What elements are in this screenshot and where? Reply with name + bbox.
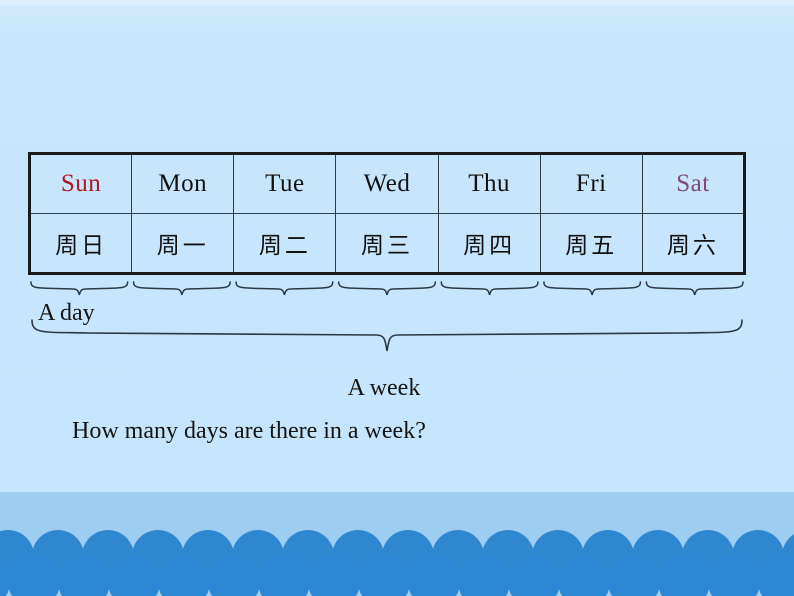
decor-circle-front-10 [458, 556, 510, 596]
slide-canvas: Sun Mon Tue Wed Thu Fri Sat 周日 周一 周二 周三 周四 周五 周六 A d… [0, 0, 794, 596]
day-chinese-cell-1: 周一 [131, 213, 235, 274]
day-chinese-cell-6: 周六 [641, 213, 746, 274]
table-row-chinese: 周日 周一 周二 周三 周四 周五 周六 [28, 213, 746, 274]
day-brace-4 [440, 281, 539, 296]
day-brace-3 [337, 281, 437, 296]
decor-circle-front-3 [108, 556, 160, 596]
day-abbrev-cell-1: Mon [131, 153, 235, 214]
day-chinese-cell-5: 周五 [539, 213, 643, 274]
decor-circle-front-7 [308, 556, 360, 596]
per-day-braces [28, 280, 746, 298]
decor-circle-front-15 [708, 556, 760, 596]
week-table: Sun Mon Tue Wed Thu Fri Sat 周日 周一 周二 周三 周四 周五 周六 [28, 152, 746, 275]
decor-circle-front-13 [608, 556, 660, 596]
day-abbrev-cell-5: Fri [539, 153, 643, 214]
decor-circle-front-14 [658, 556, 710, 596]
day-brace-0 [30, 281, 129, 296]
day-abbrev-cell-4: Thu [437, 153, 541, 214]
table-row-english: Sun Mon Tue Wed Thu Fri Sat [28, 153, 746, 214]
footer-decoration [0, 492, 794, 596]
day-abbrev-cell-0: Sun [28, 153, 133, 214]
question-text: How many days are there in a week? [72, 418, 426, 444]
decor-circle-front-11 [508, 556, 560, 596]
big-brace-path [31, 319, 743, 352]
decor-circle-front-2 [58, 556, 110, 596]
decor-circle-front-1 [8, 556, 60, 596]
day-chinese-cell-4: 周四 [437, 213, 541, 274]
a-week-label: A week [347, 375, 421, 401]
decor-circle-front-4 [158, 556, 210, 596]
decor-circle-front-5 [208, 556, 260, 596]
slide-top-edge [0, 0, 794, 5]
day-chinese-cell-0: 周日 [28, 213, 133, 274]
decor-circle-front-16 [758, 556, 794, 596]
decor-circle-front-12 [558, 556, 610, 596]
day-brace-5 [543, 281, 642, 296]
decor-circle-front-8 [358, 556, 410, 596]
day-brace-2 [235, 281, 334, 296]
day-brace-1 [132, 281, 231, 296]
a-day-label: A day [38, 300, 95, 326]
circle-row-front [0, 556, 794, 596]
day-brace-6 [645, 281, 744, 296]
day-abbrev-cell-3: Wed [335, 153, 439, 214]
decor-circle-front-9 [408, 556, 460, 596]
day-abbrev-cell-2: Tue [233, 153, 337, 214]
decor-circle-front-6 [258, 556, 310, 596]
week-brace [28, 318, 746, 354]
day-chinese-cell-2: 周二 [233, 213, 337, 274]
day-abbrev-cell-6: Sat [641, 153, 746, 214]
day-chinese-cell-3: 周三 [335, 213, 439, 274]
